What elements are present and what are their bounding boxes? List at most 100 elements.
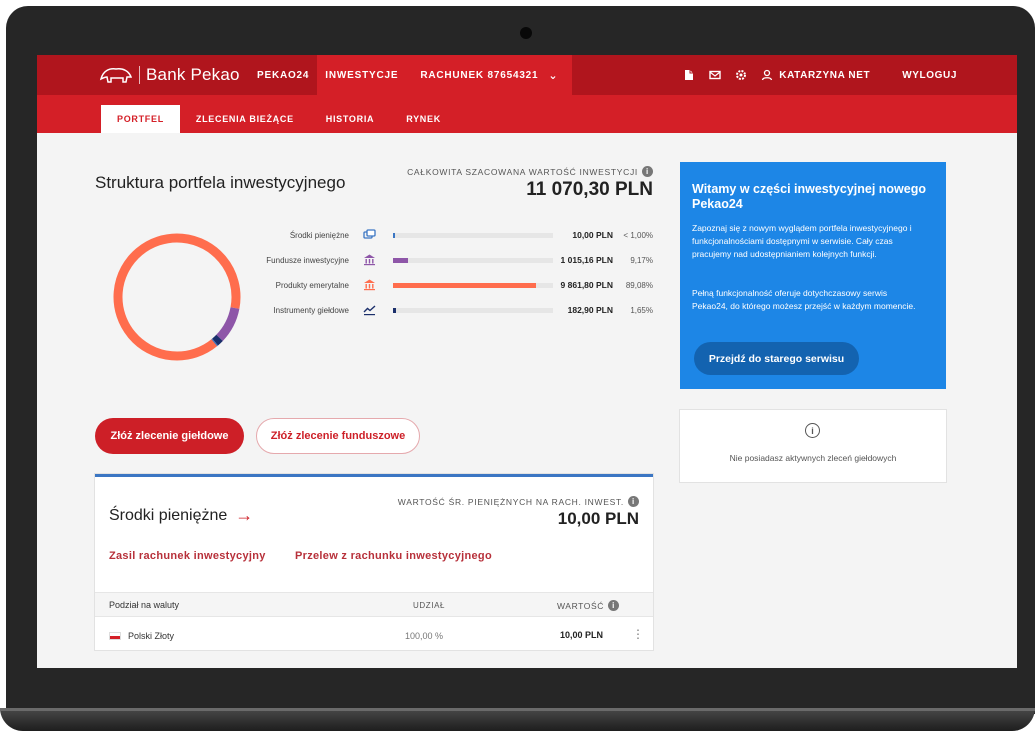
asset-name: Środki pieniężne xyxy=(289,231,349,240)
main-nav: PEKAO24 INWESTYCJE RACHUNEK 87654321 ⌄ xyxy=(249,55,573,95)
asset-name: Fundusze inwestycyjne xyxy=(266,256,349,265)
total-value-label: CAŁKOWITA SZACOWANA WARTOŚĆ INWESTYCJI i xyxy=(407,166,653,177)
asset-name: Produkty emerytalne xyxy=(275,281,349,290)
sub-nav: PORTFEL ZLECENIA BIEŻĄCE HISTORIA RYNEK xyxy=(101,105,457,133)
laptop-hinge xyxy=(0,708,1035,711)
no-orders-text: Nie posiadasz aktywnych zleceń giełdowyc… xyxy=(729,453,897,463)
sub-nav-bar: PORTFEL ZLECENIA BIEŻĄCE HISTORIA RYNEK xyxy=(37,95,1017,133)
asset-row-stocks[interactable]: Instrumenty giełdowe 182,90 PLN 1,65% xyxy=(237,301,667,326)
brand-name: Bank Pekao xyxy=(146,65,240,84)
asset-value: 182,90 PLN xyxy=(567,305,613,315)
info-icon[interactable]: i xyxy=(642,166,653,177)
column-header-share: UDZIAŁ xyxy=(413,601,446,610)
account-selector[interactable]: RACHUNEK 87654321 ⌄ xyxy=(406,55,573,95)
total-value: 11 070,30 PLN xyxy=(526,179,653,200)
currency-table-header: Podział na waluty UDZIAŁ WARTOŚĆ i xyxy=(95,592,653,617)
currency-share: 100,00 % xyxy=(405,631,444,641)
asset-bar-track xyxy=(393,258,553,263)
column-header-value-text: WARTOŚĆ xyxy=(557,600,605,611)
currency-name: Polski Złoty xyxy=(128,631,175,641)
user-name: KATARZYNA NET xyxy=(779,69,871,81)
tab-current-orders[interactable]: ZLECENIA BIEŻĄCE xyxy=(180,105,310,133)
poland-flag-icon xyxy=(109,632,121,640)
asset-name: Instrumenty giełdowe xyxy=(273,306,349,315)
chart-line-icon xyxy=(363,305,376,316)
cash-card: Środki pieniężne → WARTOŚĆ ŚR. PIENIĘŻNY… xyxy=(95,474,653,650)
column-header-currency: Podział na waluty xyxy=(109,600,180,610)
asset-value: 1 015,16 PLN xyxy=(560,255,613,265)
orders-panel: i Nie posiadasz aktywnych zleceń giełdow… xyxy=(680,410,946,482)
tab-market[interactable]: RYNEK xyxy=(390,105,457,133)
tab-history[interactable]: HISTORIA xyxy=(310,105,390,133)
pension-icon xyxy=(364,279,375,291)
top-bar: Bank Pekao PEKAO24 INWESTYCJE RACHUNEK 8… xyxy=(37,55,1017,95)
bison-logo-icon xyxy=(99,68,133,83)
portfolio-donut-chart xyxy=(113,233,241,361)
main-content: Struktura portfela inwestycyjnego CAŁKOW… xyxy=(37,133,1017,668)
transfer-link[interactable]: Przelew z rachunku inwestycyjnego xyxy=(295,550,492,562)
info-icon: i xyxy=(805,423,820,438)
donut-slice xyxy=(113,233,241,361)
asset-value: 9 861,80 PLN xyxy=(560,280,613,290)
top-up-link[interactable]: Zasil rachunek inwestycyjny xyxy=(109,550,266,562)
welcome-title: Witamy w części inwestycyjnej nowego Pek… xyxy=(692,182,926,211)
donut-slice xyxy=(113,233,241,361)
info-icon[interactable]: i xyxy=(628,496,639,507)
bank-logo[interactable]: Bank Pekao xyxy=(99,65,240,85)
settings-icon[interactable] xyxy=(735,69,747,81)
asset-percent: 1,65% xyxy=(630,306,653,315)
mail-icon[interactable] xyxy=(709,69,721,81)
asset-percent: 89,08% xyxy=(625,281,653,290)
asset-percent: 9,17% xyxy=(630,256,653,265)
currency-value: 10,00 PLN xyxy=(560,630,604,640)
chevron-down-icon: ⌄ xyxy=(548,69,559,82)
asset-value: 10,00 PLN xyxy=(572,230,613,240)
more-vertical-icon[interactable]: ⋮ xyxy=(632,627,644,641)
arrow-right-icon: → xyxy=(235,505,254,525)
laptop-base xyxy=(0,708,1035,731)
account-label: RACHUNEK 87654321 xyxy=(420,69,539,81)
nav-investments[interactable]: INWESTYCJE xyxy=(317,55,407,95)
asset-percent: < 1,00% xyxy=(623,231,653,240)
asset-row-cash[interactable]: Środki pieniężne 10,00 PLN < 1,00% xyxy=(237,226,667,251)
cash-title-link[interactable]: Środki pieniężne → xyxy=(109,505,253,526)
logo-separator xyxy=(139,66,140,84)
fund-order-button[interactable]: Złóż zlecenie funduszowe xyxy=(256,418,420,454)
logout-link[interactable]: WYLOGUJ xyxy=(902,70,957,81)
portfolio-title: Struktura portfela inwestycyjnego xyxy=(95,173,346,192)
cash-icon xyxy=(363,229,376,239)
welcome-paragraph-2: Pełną funkcjonalność oferuje dotychczaso… xyxy=(692,288,916,311)
tab-portfolio[interactable]: PORTFEL xyxy=(101,105,180,133)
asset-bar-track xyxy=(393,308,553,313)
cash-title: Środki pieniężne xyxy=(109,506,228,524)
cash-value: 10,00 PLN xyxy=(557,509,639,528)
asset-row-funds[interactable]: Fundusze inwestycyjne 1 015,16 PLN 9,17% xyxy=(237,251,667,276)
donut-slice xyxy=(113,233,241,361)
donut-slice xyxy=(113,233,241,361)
user-icon xyxy=(762,69,773,81)
asset-list: Środki pieniężne 10,00 PLN < 1,00% Fundu… xyxy=(237,226,667,326)
cash-label-text: WARTOŚĆ ŚR. PIENIĘŻNYCH NA RACH. INWEST. xyxy=(397,496,624,507)
info-icon[interactable]: i xyxy=(608,600,620,611)
asset-bar-fill xyxy=(393,233,395,238)
welcome-paragraph-1: Zapoznaj się z nowym wyglądem portfela i… xyxy=(692,223,912,259)
user-menu[interactable]: KATARZYNA NET xyxy=(761,69,870,81)
camera-icon xyxy=(520,27,532,39)
table-row[interactable]: Polski Złoty 100,00 % 10,00 PLN ⋮ xyxy=(95,619,653,651)
stock-order-button[interactable]: Złóż zlecenie giełdowe xyxy=(95,418,244,454)
app-screen: Bank Pekao PEKAO24 INWESTYCJE RACHUNEK 8… xyxy=(37,55,1017,668)
old-service-button[interactable]: Przejdź do starego serwisu xyxy=(694,342,859,375)
asset-bar-fill xyxy=(393,283,536,288)
total-label-text: CAŁKOWITA SZACOWANA WARTOŚĆ INWESTYCJI xyxy=(407,166,638,177)
top-right-actions: KATARZYNA NET WYLOGUJ xyxy=(683,55,957,95)
asset-bar-track xyxy=(393,283,553,288)
asset-bar-fill xyxy=(393,258,408,263)
asset-bar-fill xyxy=(393,308,396,313)
cash-value-label: WARTOŚĆ ŚR. PIENIĘŻNYCH NA RACH. INWEST.… xyxy=(398,496,639,507)
asset-row-pension[interactable]: Produkty emerytalne 9 861,80 PLN 89,08% xyxy=(237,276,667,301)
nav-pekao24[interactable]: PEKAO24 xyxy=(249,55,317,95)
column-header-value: WARTOŚĆ i xyxy=(557,600,620,611)
document-icon[interactable] xyxy=(683,69,695,81)
welcome-panel: Witamy w części inwestycyjnej nowego Pek… xyxy=(680,162,946,389)
bank-icon xyxy=(364,254,375,266)
